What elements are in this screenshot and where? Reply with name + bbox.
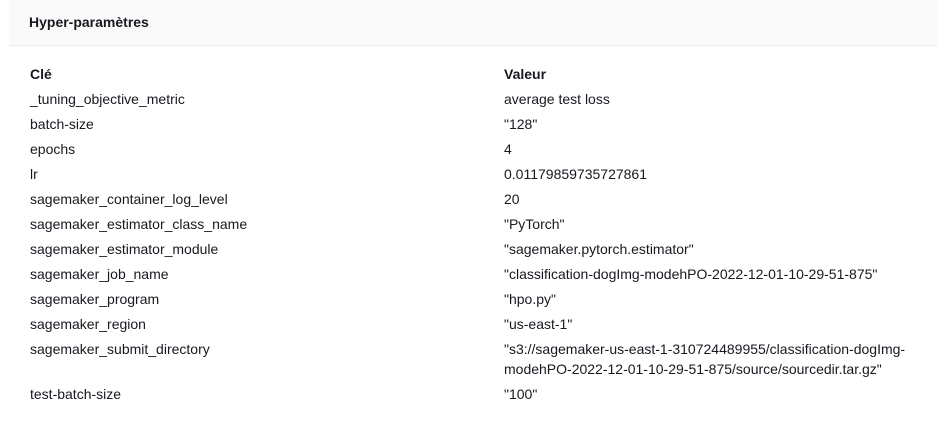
param-key: lr (30, 166, 38, 182)
param-value: "100" (504, 386, 538, 402)
param-value: 20 (504, 191, 520, 207)
table-row: sagemaker_program "hpo.py" (30, 289, 930, 314)
table-row: epochs 4 (30, 139, 930, 164)
param-key: sagemaker_region (30, 316, 146, 332)
param-key: sagemaker_estimator_module (30, 241, 219, 257)
table-row: sagemaker_job_name "classification-dogIm… (30, 264, 930, 289)
panel-header: Hyper-paramètres (9, 0, 938, 46)
table-row: sagemaker_submit_directory "s3://sagemak… (30, 339, 930, 384)
param-key: batch-size (30, 116, 94, 132)
param-key: test-batch-size (30, 386, 122, 402)
param-key: sagemaker_container_log_level (30, 191, 228, 207)
param-value: "sagemaker.pytorch.estimator" (504, 241, 694, 257)
column-header-key: Clé (30, 66, 52, 82)
param-key: sagemaker_program (30, 291, 160, 307)
param-value: average test loss (504, 91, 610, 107)
table-row: _tuning_objective_metric average test lo… (30, 89, 930, 114)
table-row: sagemaker_region "us-east-1" (30, 314, 930, 339)
hyperparameters-panel: Hyper-paramètres Clé Valeur _tuning_obje… (9, 0, 938, 423)
param-key: sagemaker_estimator_class_name (30, 216, 248, 232)
param-key: epochs (30, 141, 76, 157)
table-row: sagemaker_container_log_level 20 (30, 189, 930, 214)
param-value: "128" (504, 116, 538, 132)
table-row: test-batch-size "100" (30, 384, 930, 409)
param-value-line: "s3://sagemaker-us-east-1-310724489955/c… (504, 341, 906, 357)
param-value: "s3://sagemaker-us-east-1-310724489955/c… (504, 339, 934, 379)
param-key: sagemaker_job_name (30, 266, 169, 282)
table-row: lr 0.01179859735727861 (30, 164, 930, 189)
table-row: batch-size "128" (30, 114, 930, 139)
param-key: sagemaker_submit_directory (30, 341, 210, 357)
param-value: 0.01179859735727861 (504, 166, 648, 182)
param-value: "classification-dogImg-modehPO-2022-12-0… (504, 266, 878, 282)
param-value: 4 (504, 141, 512, 157)
param-key: _tuning_objective_metric (30, 91, 185, 107)
table-row: sagemaker_estimator_module "sagemaker.py… (30, 239, 930, 264)
table-row: sagemaker_estimator_class_name "PyTorch" (30, 214, 930, 239)
param-value-line: modehPO-2022-12-01-10-29-51-875/source/s… (504, 361, 882, 377)
param-value: "us-east-1" (504, 316, 573, 332)
table-header-row: Clé Valeur (30, 64, 930, 89)
column-header-value: Valeur (504, 66, 547, 82)
param-value: "hpo.py" (504, 291, 556, 307)
param-value: "PyTorch" (504, 216, 565, 232)
panel-title: Hyper-paramètres (29, 14, 149, 30)
hyperparameters-table: Clé Valeur _tuning_objective_metric aver… (30, 64, 930, 409)
